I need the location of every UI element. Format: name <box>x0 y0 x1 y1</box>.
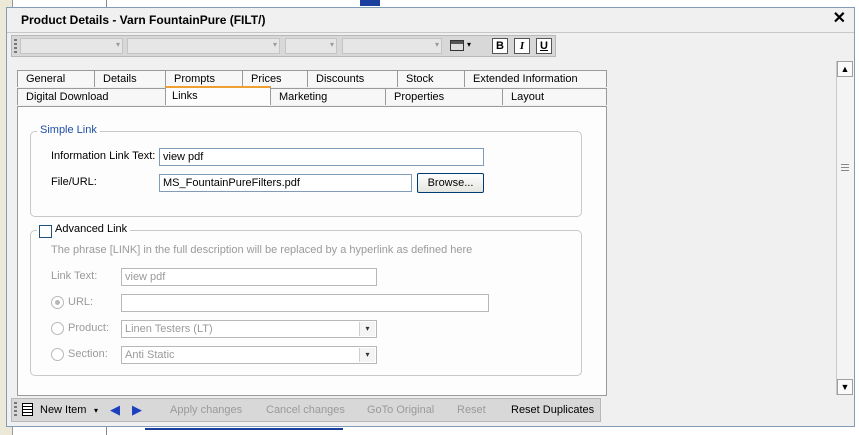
url-input[interactable] <box>121 294 489 312</box>
tab-discounts[interactable]: Discounts <box>307 70 398 87</box>
reset-button[interactable]: Reset <box>457 404 486 416</box>
background-heading-fragment <box>360 0 380 6</box>
info-link-text-label: Information Link Text: <box>51 150 156 162</box>
title-bar: Product Details - Varn FountainPure (FIL… <box>7 8 854 33</box>
tab-stock[interactable]: Stock <box>397 70 465 87</box>
section-select[interactable]: Anti Static ▾ <box>121 346 377 364</box>
tab-prices[interactable]: Prices <box>242 70 308 87</box>
goto-original-button[interactable]: GoTo Original <box>367 404 434 416</box>
links-tab-panel: Simple Link Information Link Text: view … <box>17 106 607 396</box>
chevron-down-icon: ▾ <box>272 40 277 49</box>
cancel-changes-button[interactable]: Cancel changes <box>266 404 345 416</box>
section-radio[interactable] <box>51 348 64 361</box>
toolbar-grip-icon[interactable] <box>14 402 17 416</box>
scroll-grip-icon[interactable] <box>841 164 849 171</box>
previous-record-icon[interactable]: ◀ <box>110 402 120 418</box>
product-radio[interactable] <box>51 322 64 335</box>
color-swatch-icon <box>450 40 464 51</box>
file-url-label: File/URL: <box>51 176 97 188</box>
section-label: Section: <box>68 348 108 360</box>
product-details-dialog: Product Details - Varn FountainPure (FIL… <box>6 7 855 427</box>
apply-changes-button[interactable]: Apply changes <box>170 404 242 416</box>
link-text-label: Link Text: <box>51 270 98 282</box>
simple-link-group: Simple Link Information Link Text: view … <box>30 124 582 217</box>
product-label: Product: <box>68 322 109 334</box>
advanced-link-group: Advanced Link The phrase [LINK] in the f… <box>30 223 582 376</box>
section-select-value: Anti Static <box>125 349 175 361</box>
chevron-down-icon: ▾ <box>115 40 120 49</box>
product-select-value: Linen Testers (LT) <box>125 323 213 335</box>
tab-marketing[interactable]: Marketing <box>270 88 386 105</box>
tab-layout[interactable]: Layout <box>502 88 607 105</box>
file-url-input[interactable]: MS_FountainPureFilters.pdf <box>159 174 412 192</box>
browse-button[interactable]: Browse... <box>417 173 484 193</box>
chevron-down-icon: ▾ <box>434 40 439 49</box>
font-family-select[interactable]: ▾ <box>20 38 123 54</box>
font-size-select[interactable]: ▾ <box>285 38 337 54</box>
tab-properties[interactable]: Properties <box>385 88 503 105</box>
chevron-down-icon: ▾ <box>359 322 375 336</box>
vertical-scrollbar[interactable]: ▲ ▼ <box>836 61 854 395</box>
record-toolbar: New Item ▾ ◀ ▶ Apply changes Cancel chan… <box>11 398 601 422</box>
chevron-down-icon[interactable]: ▾ <box>94 406 98 415</box>
bold-button[interactable]: B <box>492 38 508 54</box>
background-link-underline <box>145 428 343 430</box>
simple-link-legend: Simple Link <box>37 124 100 136</box>
chevron-down-icon: ▾ <box>329 40 334 49</box>
tab-links[interactable]: Links <box>165 86 271 105</box>
chevron-down-icon: ▾ <box>467 40 472 49</box>
tab-control: General Details Prompts Prices Discounts… <box>17 70 607 396</box>
link-text-input[interactable]: view pdf <box>121 268 377 286</box>
formatting-toolbar: ▾ ▾ ▾ ▾ ▾ B I U <box>11 35 556 57</box>
reset-duplicates-button[interactable]: Reset Duplicates <box>511 404 594 416</box>
chevron-down-icon: ▾ <box>359 348 375 362</box>
tab-prompts[interactable]: Prompts <box>165 70 243 87</box>
advanced-link-checkbox[interactable] <box>39 225 52 238</box>
font-color-select[interactable]: ▾ <box>342 38 442 54</box>
advanced-link-description: The phrase [LINK] in the full descriptio… <box>51 244 473 256</box>
url-radio[interactable] <box>51 296 64 309</box>
font-style-select[interactable]: ▾ <box>127 38 280 54</box>
next-record-icon[interactable]: ▶ <box>132 402 142 418</box>
color-picker-button[interactable]: ▾ <box>450 38 478 54</box>
tab-digital-download[interactable]: Digital Download <box>17 88 166 105</box>
product-select[interactable]: Linen Testers (LT) ▾ <box>121 320 377 338</box>
info-link-text-input[interactable]: view pdf <box>159 148 484 166</box>
tab-details[interactable]: Details <box>94 70 166 87</box>
scroll-down-icon[interactable]: ▼ <box>837 379 853 395</box>
italic-button[interactable]: I <box>514 38 530 54</box>
tab-extended-information[interactable]: Extended Information <box>464 70 607 87</box>
tab-general[interactable]: General <box>17 70 95 87</box>
toolbar-grip-icon[interactable] <box>14 39 17 53</box>
scroll-up-icon[interactable]: ▲ <box>837 61 853 77</box>
url-label: URL: <box>68 296 94 308</box>
close-icon[interactable]: ✕ <box>833 10 846 28</box>
new-item-button[interactable]: New Item <box>40 404 86 416</box>
underline-button[interactable]: U <box>536 38 552 54</box>
window-title: Product Details - Varn FountainPure (FIL… <box>21 13 266 27</box>
new-item-icon[interactable] <box>22 403 33 416</box>
